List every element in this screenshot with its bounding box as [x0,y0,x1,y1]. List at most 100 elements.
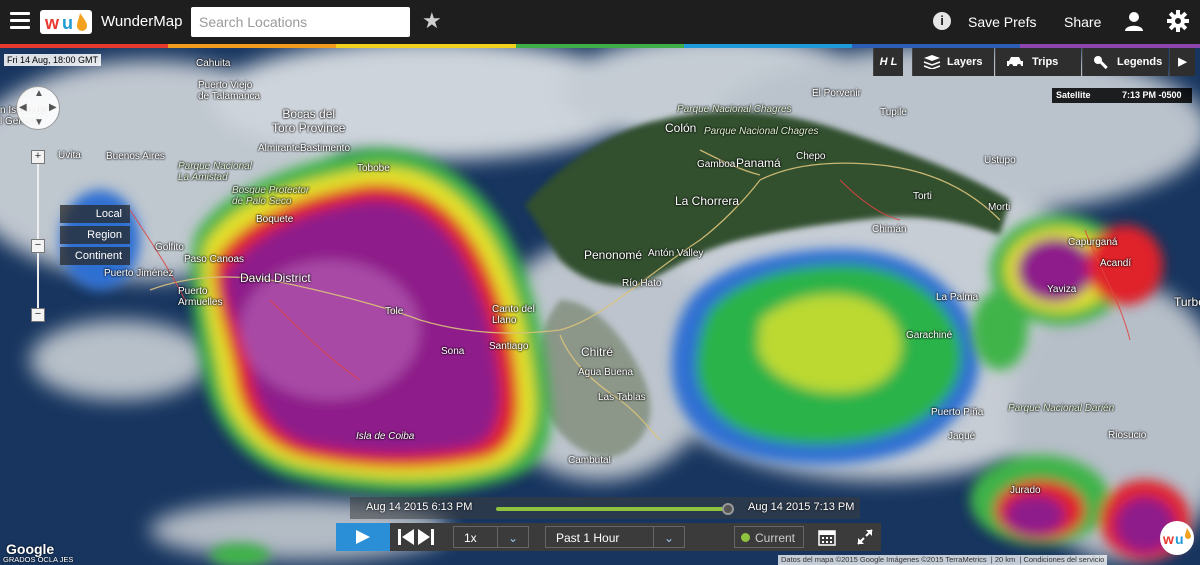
map-attribution: Datos del mapa ©2015 Google Imágenes ©20… [778,555,1108,565]
map-label-puerto-jimenez: Puerto Jiménez [104,268,174,279]
expand-button[interactable] [852,526,878,548]
map-label-chitre: Chitré [581,345,614,359]
zoom-slider-handle[interactable]: − [31,239,45,253]
timeline-end: Aug 14 2015 7:13 PM [748,501,855,513]
current-button[interactable]: Current [734,526,804,548]
map-label-morti: Morti [988,202,1011,213]
range-value: Past 1 Hour [556,531,620,545]
play-button[interactable] [336,523,390,551]
map-label-la-chorrera: La Chorrera [675,194,740,208]
speed-value: 1x [464,531,477,545]
zoom-in-button[interactable]: + [31,150,45,164]
share-button[interactable]: Share [1064,14,1101,30]
map-label-gamboa: Gamboa [697,159,736,170]
trips-button[interactable]: Trips [995,48,1081,76]
satellite-label: Satellite [1056,90,1091,100]
current-label: Current [755,531,796,545]
wu-logo: w u [1162,528,1191,547]
map-label-uvita: Uvita [58,150,81,161]
range-select[interactable]: Past 1 Hour ⌄ [545,526,685,548]
star-icon[interactable]: ★ [422,8,442,34]
satellite-time-bar: Satellite 7:13 PM -0500 [1052,88,1192,103]
calendar-button[interactable] [812,526,842,548]
user-icon[interactable] [1123,10,1145,32]
map-label-turbo: Turbo [1174,295,1200,309]
skip-button[interactable] [393,523,439,551]
map-label-parque-chagres: Parque Nacional Chagres [704,126,819,137]
pan-right-icon[interactable]: ▶ [49,102,57,113]
map-label-yaviza: Yaviza [1047,284,1077,295]
map-canvas[interactable]: Cahuita Puerto Viejo de Talamanca Bocas d… [0,48,1200,565]
speed-select[interactable]: 1x ⌄ [453,526,529,548]
timeline-handle[interactable] [722,503,734,515]
top-bar: w u WunderMap ★ i Save Prefs Share [0,0,1200,44]
map-label-buenos-aires: Buenos Aires [106,151,165,162]
map-label-tupile: Tupile [880,107,907,118]
map-label-david: David District [240,271,311,285]
map-label-acandi: Acandí [1100,258,1132,269]
trips-icon [1007,57,1023,68]
map-label-torti: Torti [913,191,932,202]
terms-link[interactable]: Condiciones del servicio [1023,555,1104,564]
map-label-boquete: Boquete [256,214,294,225]
map-label-parque-chagres-top: Parque Nacional Chagres [677,104,792,115]
attribution-text: Datos del mapa ©2015 Google Imágenes ©20… [781,555,987,564]
pan-down-icon[interactable]: ▼ [34,117,44,128]
zoom-region[interactable]: Region [60,226,130,244]
map-label-paso-canoas: Paso Canoas [184,254,245,265]
calendar-icon [818,530,836,546]
layers-button[interactable]: Layers [912,48,994,76]
gear-icon[interactable] [1167,10,1189,32]
svg-text:u: u [62,13,73,33]
timeline-track[interactable] [496,507,728,511]
map-label-penonome: Penonomé [584,248,643,262]
pan-up-icon[interactable]: ▲ [34,88,44,99]
info-icon[interactable]: i [933,12,951,30]
legends-icon [1094,56,1108,70]
map-label-tobobe: Tobobe [357,163,390,174]
save-prefs-button[interactable]: Save Prefs [968,14,1036,30]
map-label-puerto-viejo: Puerto Viejo de Talamanca [198,80,261,102]
map-label-bastimento: Bastimento [300,143,351,154]
map-label-la-palma: La Palma [936,292,979,303]
toolbar-expand-arrow[interactable]: ▶ [1169,48,1195,76]
svg-text:w: w [44,13,60,33]
menu-icon[interactable] [10,12,30,30]
map-label-riosucio: Riosucio [1108,430,1147,441]
map-label-isla-coiba: Isla de Coiba [356,431,415,442]
pan-left-icon[interactable]: ◀ [19,102,27,113]
map-label-el-porvenir: El Porvenir [812,88,861,99]
hl-icon[interactable]: H L [873,48,903,76]
chevron-down-icon: ⌄ [497,527,528,547]
zoom-out-button[interactable]: − [31,308,45,322]
wu-badge-logo: w u [1160,521,1194,555]
layers-label: Layers [947,56,983,68]
map-label-puerto-pina: Puerto Piña [931,407,984,418]
map-label-santiago: Santiago [489,341,529,352]
map-label-tole: Tole [385,306,404,317]
skip-icon [398,529,434,545]
pan-control[interactable]: ▲ ▼ ◀ ▶ [16,86,60,130]
map-label-garachine: Garachiné [906,330,953,341]
map-label-bocas: Bocas del Toro Province [272,107,346,135]
status-dot-icon [741,533,750,542]
svg-text:w: w [1162,531,1174,547]
map-label-cahuita: Cahuita [196,58,231,69]
zoom-track[interactable] [37,158,39,316]
layers-icon [923,55,941,69]
trips-label: Trips [1032,56,1059,68]
play-icon [356,530,370,544]
legends-button[interactable]: Legends [1082,48,1168,76]
map-label-rio-hato: Río Hato [622,278,662,289]
zoom-local[interactable]: Local [60,205,130,223]
zoom-continent[interactable]: Continent [60,247,130,265]
map-label-ustupo: Ustupo [984,155,1016,166]
map-label-sona: Sona [441,346,465,357]
grados-text: GRADOS OCLA JES [3,555,74,564]
map-label-anton: Antón Valley [648,248,704,259]
search-input[interactable] [191,7,410,37]
wu-logo[interactable]: w u [40,7,92,37]
map-label-parque-darien: Parque Nacional Darién [1008,403,1115,414]
map-label-golfito: Golfito [155,242,184,253]
map-label-parque-amistad: Parque Nacional La Amistad [178,161,252,183]
